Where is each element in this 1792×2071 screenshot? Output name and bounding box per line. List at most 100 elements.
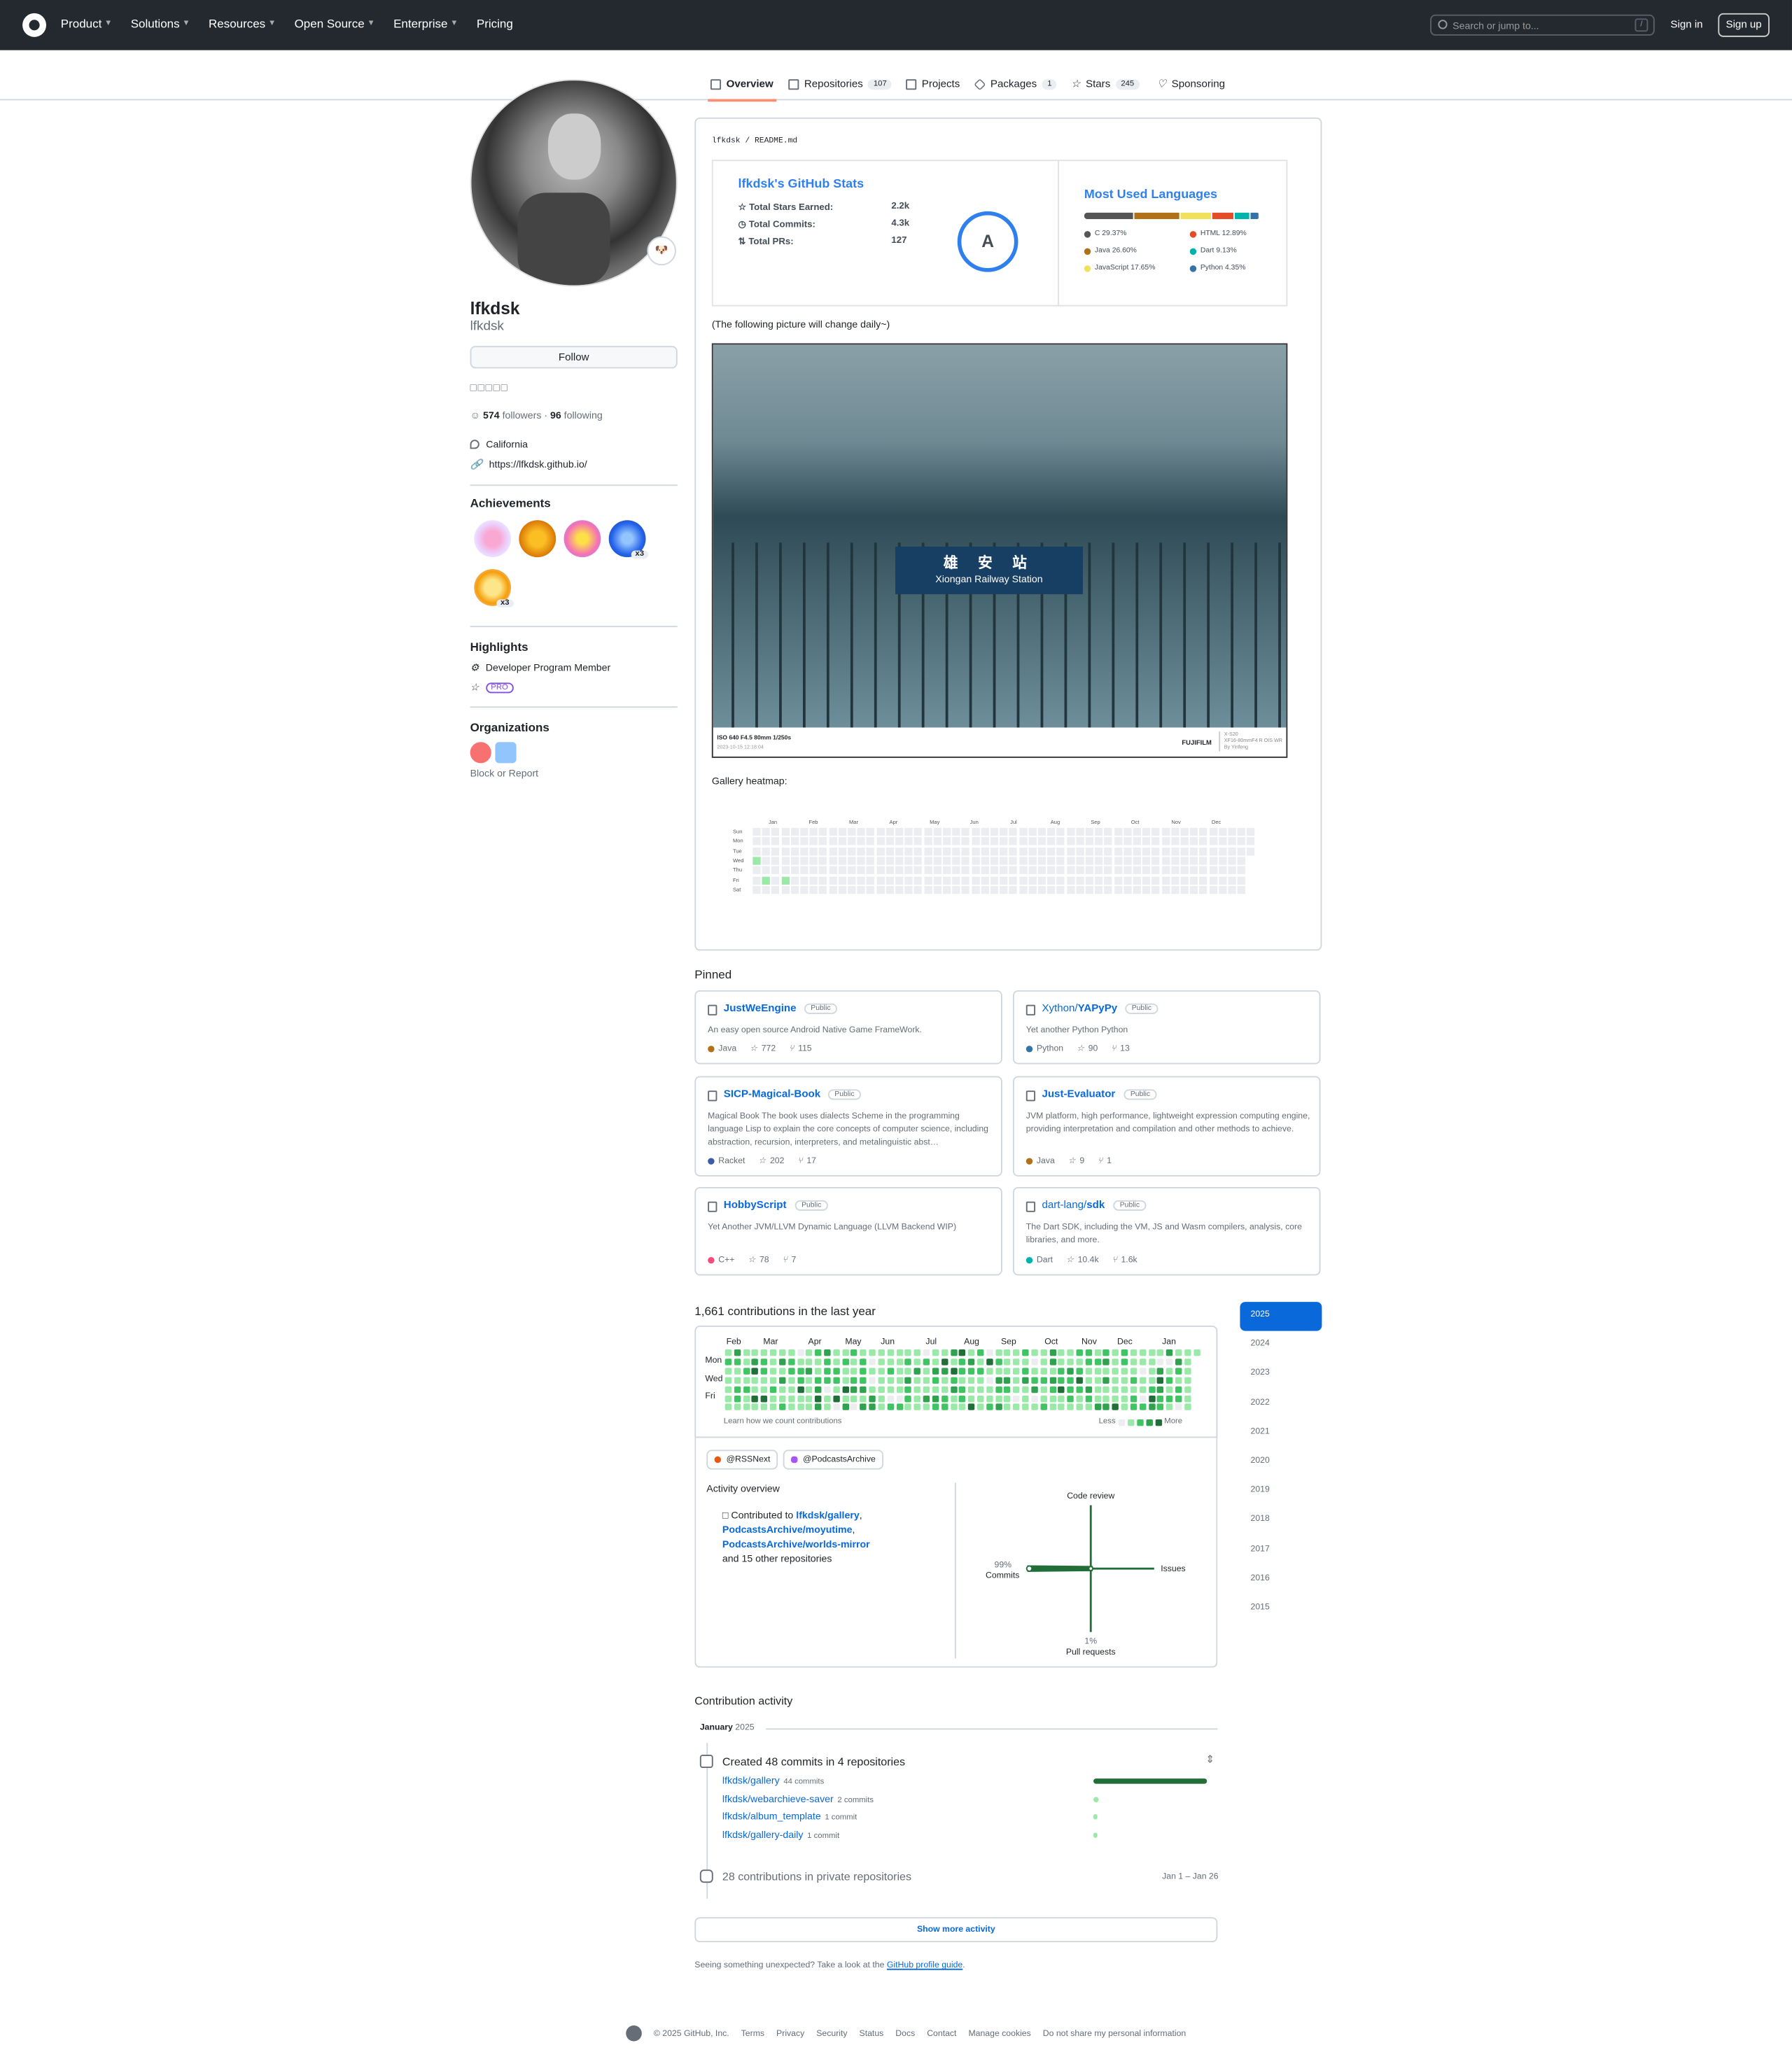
contribution-cell[interactable]: [724, 1386, 732, 1393]
contribution-cell[interactable]: [1031, 1368, 1038, 1375]
contribution-cell[interactable]: [860, 1404, 867, 1411]
contribution-cell[interactable]: [976, 1368, 984, 1375]
footer-link-security[interactable]: Security: [816, 2029, 847, 2038]
contribution-cell[interactable]: [815, 1404, 822, 1411]
contribution-cell[interactable]: [806, 1377, 813, 1384]
contribution-cell[interactable]: [904, 1395, 912, 1402]
contribution-cell[interactable]: [1103, 1395, 1110, 1402]
contribution-cell[interactable]: [815, 1359, 822, 1366]
contribution-cell[interactable]: [1157, 1386, 1164, 1393]
contribution-cell[interactable]: [1004, 1368, 1011, 1375]
contribution-cell[interactable]: [904, 1349, 912, 1356]
contribution-cell[interactable]: [986, 1368, 993, 1375]
contribution-cell[interactable]: [724, 1377, 732, 1384]
contribution-cell[interactable]: [1112, 1359, 1119, 1366]
year-link-2023[interactable]: 2023: [1240, 1361, 1322, 1390]
contribution-cell[interactable]: [878, 1377, 885, 1384]
contribution-cell[interactable]: [1085, 1404, 1092, 1411]
contribution-cell[interactable]: [923, 1386, 930, 1393]
repo-title-link[interactable]: JustWeEngine: [724, 1002, 797, 1014]
year-link-2025[interactable]: 2025: [1240, 1302, 1322, 1331]
contribution-cell[interactable]: [761, 1404, 768, 1411]
search-input[interactable]: Search or jump to... /: [1430, 14, 1655, 36]
contribution-cell[interactable]: [1130, 1404, 1138, 1411]
contribution-cell[interactable]: [841, 1395, 849, 1402]
contribution-cell[interactable]: [734, 1359, 741, 1366]
contribution-cell[interactable]: [878, 1395, 885, 1402]
repo-title-link[interactable]: HobbyScript: [724, 1199, 787, 1211]
contribution-cell[interactable]: [1148, 1386, 1155, 1393]
contribution-cell[interactable]: [887, 1349, 894, 1356]
contribution-cell[interactable]: [752, 1368, 759, 1375]
contribution-cell[interactable]: [1139, 1368, 1146, 1375]
contribution-cell[interactable]: [1067, 1359, 1074, 1366]
contribution-cell[interactable]: [959, 1386, 966, 1393]
contribution-cell[interactable]: [752, 1395, 759, 1402]
contribution-cell[interactable]: [1076, 1395, 1083, 1402]
contribution-cell[interactable]: [743, 1386, 750, 1393]
contribution-cell[interactable]: [959, 1377, 966, 1384]
contribution-cell[interactable]: [1139, 1349, 1146, 1356]
profile-guide-link[interactable]: GitHub profile guide: [887, 1960, 962, 1970]
contribution-cell[interactable]: [1103, 1349, 1110, 1356]
contribution-cell[interactable]: [778, 1404, 786, 1411]
contribution-cell[interactable]: [1031, 1386, 1038, 1393]
contribution-cell[interactable]: [1094, 1377, 1101, 1384]
contribution-cell[interactable]: [887, 1377, 894, 1384]
nav-enterprise[interactable]: Enterprise ▼: [393, 17, 458, 31]
contribution-cell[interactable]: [1184, 1359, 1191, 1366]
contribution-cell[interactable]: [1049, 1368, 1056, 1375]
contribution-cell[interactable]: [770, 1368, 777, 1375]
contribution-cell[interactable]: [1076, 1368, 1083, 1375]
nav-solutions[interactable]: Solutions ▼: [131, 17, 190, 31]
contribution-cell[interactable]: [815, 1377, 822, 1384]
repo-stars[interactable]: ☆ 90: [1077, 1043, 1098, 1053]
contribution-cell[interactable]: [778, 1359, 786, 1366]
repo-stars[interactable]: ☆ 202: [758, 1156, 784, 1166]
contribution-cell[interactable]: [1013, 1404, 1020, 1411]
contribution-cell[interactable]: [1121, 1386, 1128, 1393]
contribution-cell[interactable]: [815, 1395, 822, 1402]
contribution-cell[interactable]: [743, 1395, 750, 1402]
contribution-cell[interactable]: [743, 1359, 750, 1366]
contribution-cell[interactable]: [1157, 1368, 1164, 1375]
contribution-cell[interactable]: [1175, 1386, 1182, 1393]
contribution-cell[interactable]: [1058, 1349, 1065, 1356]
contribution-cell[interactable]: [1193, 1349, 1200, 1356]
contribution-cell[interactable]: [806, 1404, 813, 1411]
contribution-cell[interactable]: [1058, 1377, 1065, 1384]
contribution-cell[interactable]: [1130, 1349, 1138, 1356]
contribution-cell[interactable]: [841, 1377, 849, 1384]
contribution-cell[interactable]: [1013, 1368, 1020, 1375]
contribution-cell[interactable]: [797, 1359, 804, 1366]
contribution-cell[interactable]: [1139, 1359, 1146, 1366]
contribution-cell[interactable]: [1004, 1395, 1011, 1402]
contribution-cell[interactable]: [932, 1404, 939, 1411]
tab-sponsoring[interactable]: ♡ Sponsoring: [1157, 78, 1225, 90]
contribution-cell[interactable]: [1040, 1368, 1047, 1375]
contribution-cell[interactable]: [976, 1395, 984, 1402]
year-link-2015[interactable]: 2015: [1240, 1595, 1322, 1624]
contribution-cell[interactable]: [860, 1359, 867, 1366]
avatar[interactable]: [470, 79, 678, 287]
contribution-cell[interactable]: [869, 1349, 876, 1356]
contribution-cell[interactable]: [724, 1404, 732, 1411]
contribution-cell[interactable]: [743, 1349, 750, 1356]
repo-stars[interactable]: ☆ 10.4k: [1066, 1254, 1099, 1265]
contribution-cell[interactable]: [1175, 1395, 1182, 1402]
contribution-cell[interactable]: [1094, 1359, 1101, 1366]
contribution-cell[interactable]: [887, 1368, 894, 1375]
contribution-cell[interactable]: [887, 1386, 894, 1393]
contribution-cell[interactable]: [797, 1404, 804, 1411]
contribution-cell[interactable]: [932, 1359, 939, 1366]
contribution-cell[interactable]: [1139, 1395, 1146, 1402]
repo-link[interactable]: PodcastsArchive/moyutime: [722, 1524, 853, 1536]
contribution-cell[interactable]: [1049, 1349, 1056, 1356]
contribution-cell[interactable]: [833, 1386, 840, 1393]
repo-link[interactable]: lfkdsk/gallery: [722, 1774, 780, 1786]
followers-link[interactable]: 574 followers: [483, 409, 541, 421]
contribution-cell[interactable]: [941, 1395, 948, 1402]
contribution-cell[interactable]: [941, 1349, 948, 1356]
contribution-cell[interactable]: [923, 1368, 930, 1375]
contribution-cell[interactable]: [778, 1377, 786, 1384]
